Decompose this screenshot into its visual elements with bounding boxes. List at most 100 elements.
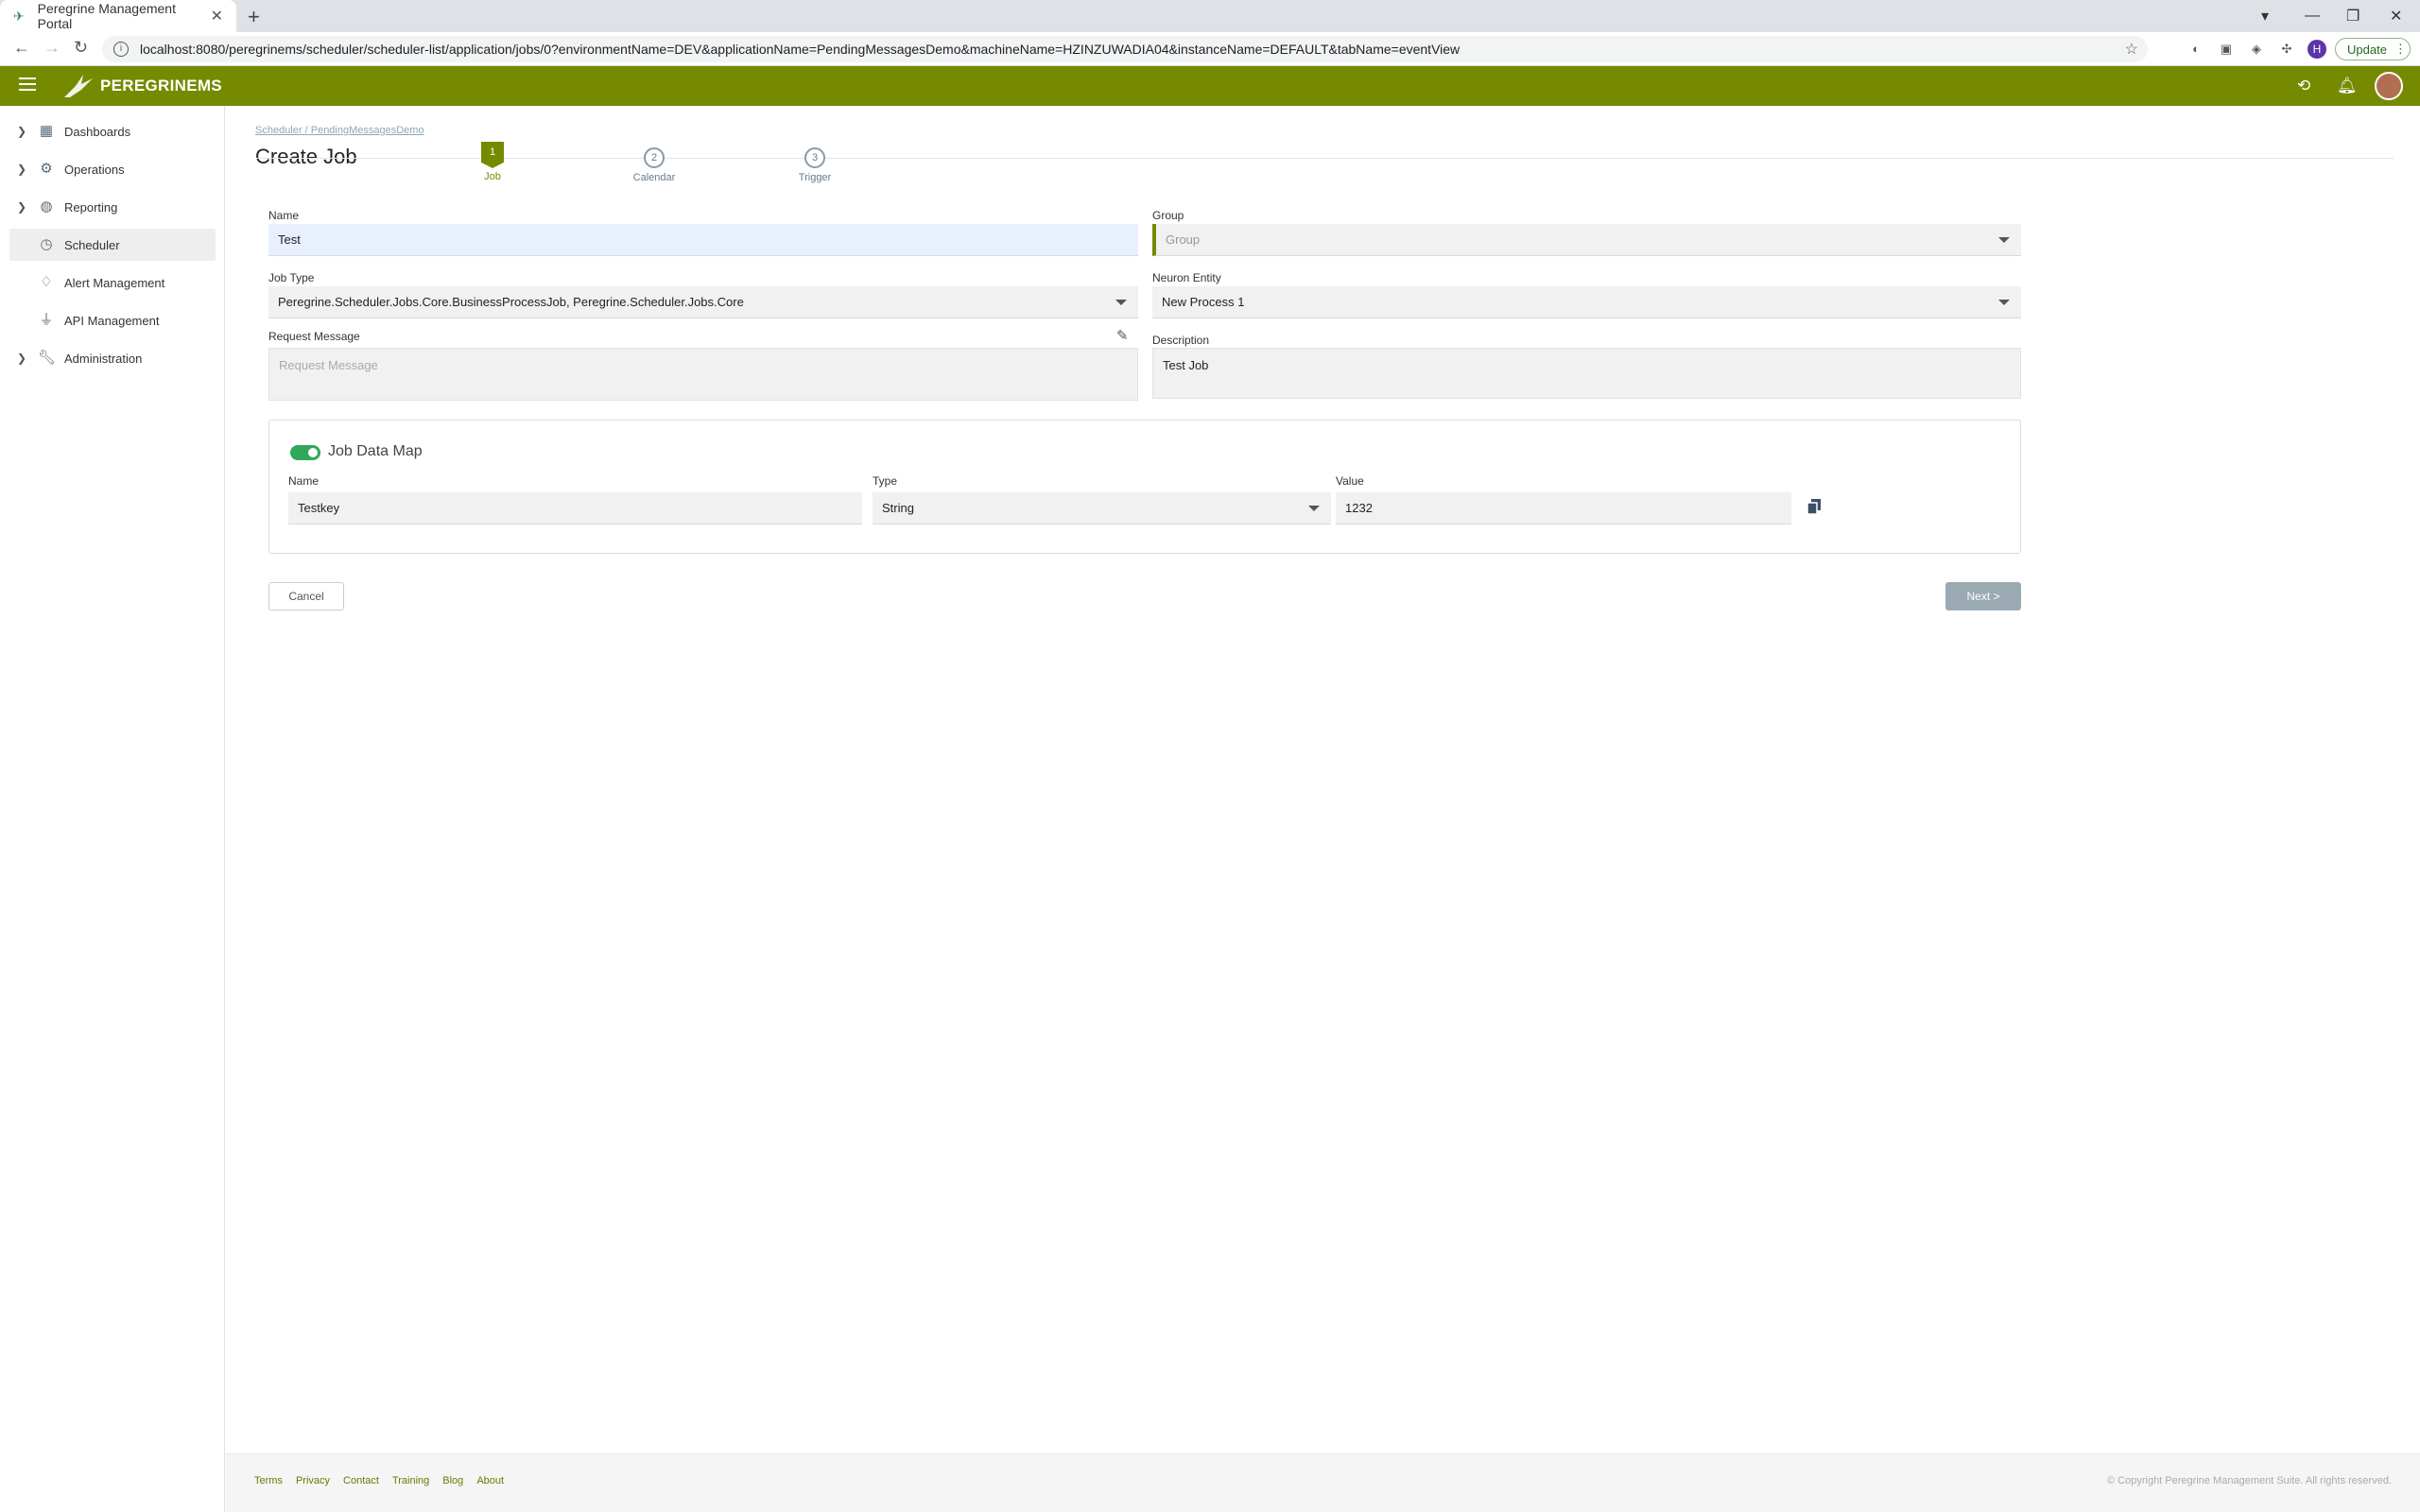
step-number: 2 xyxy=(644,147,665,168)
url-bar[interactable]: i localhost:8080/peregrinems/scheduler/s… xyxy=(102,36,2148,62)
footer-link-about[interactable]: About xyxy=(476,1475,504,1486)
history-icon[interactable]: ⟲ xyxy=(2297,66,2310,106)
name-input[interactable]: Test xyxy=(268,224,1138,256)
sidebar: ❯ ▦ Dashboards ❯ ⚙ Operations ❯ ◍ Report… xyxy=(0,106,225,1512)
map-type-select[interactable]: String xyxy=(873,492,1331,524)
browser-tab[interactable]: ✈ Peregrine Management Portal ✕ xyxy=(0,0,236,32)
bell-icon: ♢ xyxy=(40,274,53,290)
step-job[interactable]: 1 Job xyxy=(455,142,530,182)
menu-icon[interactable] xyxy=(19,77,36,93)
chevron-right-icon: ❯ xyxy=(17,125,27,138)
sidebar-item-alert-management[interactable]: ♢ Alert Management xyxy=(9,266,216,299)
map-name-input[interactable]: Testkey xyxy=(288,492,862,524)
dashboard-icon: ▦ xyxy=(39,123,54,139)
plug-icon: ⏚ xyxy=(39,312,54,328)
sidebar-item-dashboards[interactable]: ❯ ▦ Dashboards xyxy=(9,115,216,147)
sidebar-item-reporting[interactable]: ❯ ◍ Reporting xyxy=(9,191,216,223)
step-trigger[interactable]: 3 Trigger xyxy=(777,147,853,183)
map-type-label: Type xyxy=(873,474,898,488)
dropdown-caret-icon xyxy=(1998,300,2010,305)
reload-icon[interactable]: ↻ xyxy=(74,38,88,58)
breadcrumb: Scheduler / PendingMessagesDemo xyxy=(255,125,424,136)
restore-icon[interactable]: ❐ xyxy=(2346,0,2360,32)
map-value-label: Value xyxy=(1336,474,1364,488)
sidebar-item-label: Reporting xyxy=(64,199,118,215)
minimize-icon[interactable]: — xyxy=(2305,0,2320,32)
browser-tab-title: Peregrine Management Portal xyxy=(37,1,176,31)
request-message-textarea[interactable]: Request Message xyxy=(268,348,1138,401)
sidebar-item-label: Alert Management xyxy=(64,275,165,290)
footer-copyright: © Copyright Peregrine Management Suite. … xyxy=(2107,1475,2392,1486)
footer-link-contact[interactable]: Contact xyxy=(343,1475,379,1486)
edit-pencil-icon[interactable]: ✎ xyxy=(1116,327,1133,344)
dropdown-caret-icon xyxy=(1998,237,2010,243)
dropdown-caret-icon xyxy=(1308,506,1320,511)
next-button[interactable]: Next > xyxy=(1945,582,2021,610)
tab-search-icon[interactable]: ▾ xyxy=(2261,0,2269,32)
new-tab-icon[interactable]: + xyxy=(248,5,260,29)
sidebar-item-scheduler[interactable]: ◷ Scheduler xyxy=(9,229,216,261)
browser-toolbar: ← → ↻ i localhost:8080/peregrinems/sched… xyxy=(0,32,2420,66)
step-calendar[interactable]: 2 Calendar xyxy=(616,147,692,183)
sidebar-item-api-management[interactable]: ⏚ API Management xyxy=(9,304,216,336)
close-tab-icon[interactable]: ✕ xyxy=(211,7,223,26)
sidebar-item-label: Dashboards xyxy=(64,124,131,139)
job-type-value: Peregrine.Scheduler.Jobs.Core.BusinessPr… xyxy=(278,295,744,309)
group-select[interactable]: Group xyxy=(1152,224,2021,256)
map-value-input[interactable]: 1232 xyxy=(1336,492,1791,524)
breadcrumb-scheduler[interactable]: Scheduler xyxy=(255,125,302,136)
window-close-icon[interactable]: ✕ xyxy=(2390,0,2402,32)
peregrine-favicon-icon: ✈ xyxy=(13,9,25,24)
extensions-puzzle-icon[interactable]: ✣ xyxy=(2278,41,2295,58)
step-label: Trigger xyxy=(798,172,832,183)
forward-icon[interactable]: → xyxy=(43,38,60,58)
description-label: Description xyxy=(1152,334,1210,347)
chevron-right-icon: ❯ xyxy=(17,200,27,214)
peregrine-bird-icon xyxy=(64,75,93,97)
brand-name: PEREGRINEMS xyxy=(100,77,222,94)
job-data-map-panel: Job Data Map Name Testkey Type String Va… xyxy=(268,420,2021,554)
globe-icon: ◍ xyxy=(40,198,53,215)
browser-update-button[interactable]: Update ⋮ xyxy=(2335,38,2411,60)
copy-row-icon[interactable] xyxy=(1807,499,1821,514)
request-message-label: Request Message xyxy=(268,330,360,343)
footer-link-privacy[interactable]: Privacy xyxy=(296,1475,330,1486)
back-icon[interactable]: ← xyxy=(13,38,30,58)
extension-shield-icon[interactable]: ◈ xyxy=(2248,41,2265,58)
sidebar-item-label: Scheduler xyxy=(64,237,120,252)
more-vert-icon: ⋮ xyxy=(2394,42,2407,56)
browser-profile-avatar[interactable]: H xyxy=(2308,40,2326,59)
brand-logo[interactable]: PEREGRINEMS xyxy=(62,73,222,99)
breadcrumb-separator: / xyxy=(304,125,308,136)
breadcrumb-current[interactable]: PendingMessagesDemo xyxy=(311,125,424,136)
sidebar-item-operations[interactable]: ❯ ⚙ Operations xyxy=(9,153,216,185)
notification-bell-icon[interactable]: 🔔︎ xyxy=(2337,66,2358,106)
step-label: Calendar xyxy=(632,172,676,183)
gear-icon: ⚙ xyxy=(40,161,53,177)
footer-link-blog[interactable]: Blog xyxy=(442,1475,463,1486)
neuron-entity-label: Neuron Entity xyxy=(1152,271,1221,284)
neuron-entity-value: New Process 1 xyxy=(1162,295,1245,309)
step-number: 1 xyxy=(481,142,504,168)
cancel-button[interactable]: Cancel xyxy=(268,582,344,610)
sidebar-item-administration[interactable]: ❯ 🔧︎ Administration xyxy=(9,342,216,374)
extension-circle-icon[interactable]: ◐ xyxy=(2187,41,2204,58)
job-type-select[interactable]: Peregrine.Scheduler.Jobs.Core.BusinessPr… xyxy=(268,286,1138,318)
description-textarea[interactable]: Test Job xyxy=(1152,348,2021,399)
site-info-icon[interactable]: i xyxy=(113,42,129,57)
footer-link-terms[interactable]: Terms xyxy=(254,1475,283,1486)
sidebar-item-label: Administration xyxy=(64,351,143,366)
step-number: 3 xyxy=(804,147,825,168)
step-label: Job xyxy=(484,171,501,182)
extension-box-icon[interactable]: ▣ xyxy=(2218,41,2235,58)
neuron-entity-select[interactable]: New Process 1 xyxy=(1152,286,2021,318)
app-header: PEREGRINEMS ⟲ 🔔︎ xyxy=(0,66,2420,106)
dropdown-caret-icon xyxy=(1115,300,1127,305)
job-data-map-toggle[interactable] xyxy=(290,445,320,460)
bookmark-star-icon[interactable]: ☆ xyxy=(2125,40,2138,59)
group-label: Group xyxy=(1152,209,1184,222)
browser-tab-bar: ✈ Peregrine Management Portal ✕ + ▾ — ❐ … xyxy=(0,0,2420,32)
footer-link-training[interactable]: Training xyxy=(392,1475,429,1486)
map-type-value: String xyxy=(882,501,914,515)
user-avatar[interactable] xyxy=(2375,72,2403,100)
